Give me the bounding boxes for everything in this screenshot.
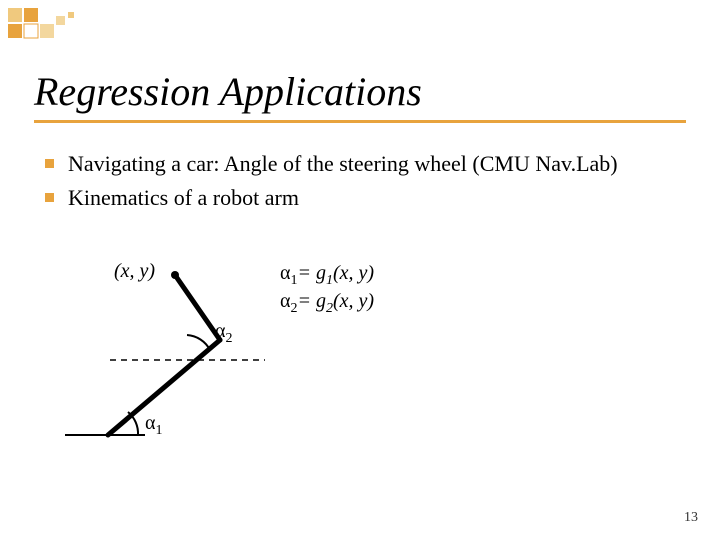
alpha1-label: α1: [145, 412, 162, 439]
bullet-text: Kinematics of a robot arm: [68, 184, 685, 212]
eq1: α1= g1(x, y): [280, 262, 374, 289]
eq2: α2= g2(x, y): [280, 290, 374, 317]
body-text: Navigating a car: Angle of the steering …: [45, 150, 685, 217]
bullet-icon: [45, 159, 54, 168]
title-underline: [34, 120, 686, 123]
bullet-item: Navigating a car: Angle of the steering …: [45, 150, 685, 178]
robot-arm-diagram: (x, y) α2 α1 α1= g1(x, y) α2= g2(x, y): [60, 260, 420, 460]
page-number: 13: [684, 510, 698, 526]
deco-squares: [8, 8, 98, 44]
xy-label: (x, y): [114, 260, 155, 283]
bullet-icon: [45, 193, 54, 202]
bullet-text: Navigating a car: Angle of the steering …: [68, 150, 685, 178]
bullet-item: Kinematics of a robot arm: [45, 184, 685, 212]
slide-title: Regression Applications: [34, 68, 422, 115]
alpha2-label: α2: [215, 320, 232, 347]
